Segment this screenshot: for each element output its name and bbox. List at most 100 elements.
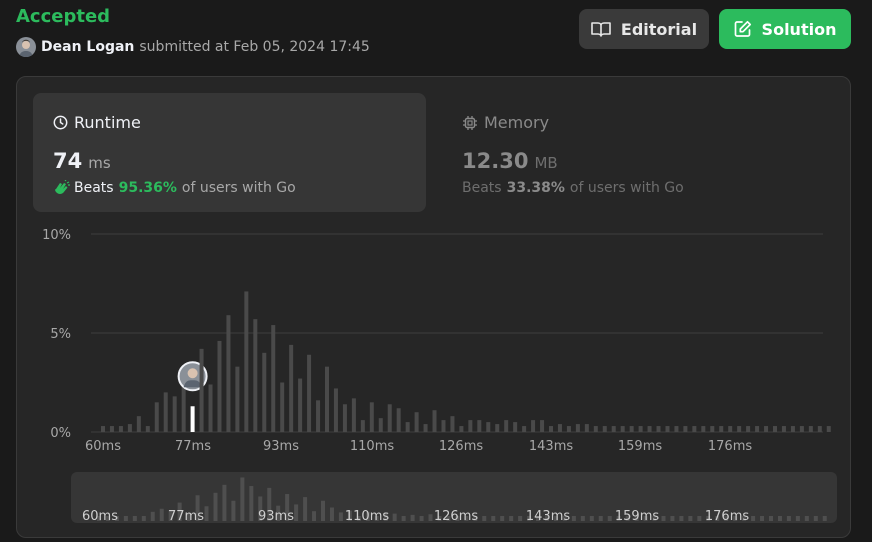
runtime-bar[interactable] xyxy=(701,426,706,432)
runtime-bar[interactable] xyxy=(477,420,482,432)
minimap-bar xyxy=(795,516,800,521)
minimap-bar xyxy=(410,514,415,521)
minimap-bar xyxy=(786,516,791,521)
runtime-bar[interactable] xyxy=(235,366,240,432)
runtime-bar[interactable] xyxy=(333,388,338,432)
runtime-bar[interactable] xyxy=(629,426,634,432)
runtime-bar[interactable] xyxy=(360,420,365,432)
runtime-bar[interactable] xyxy=(737,426,742,432)
minimap-bar xyxy=(338,512,343,521)
runtime-bar[interactable] xyxy=(244,291,249,432)
runtime-bar[interactable] xyxy=(728,426,733,432)
runtime-bar[interactable] xyxy=(513,422,518,432)
runtime-bar[interactable] xyxy=(656,426,661,432)
runtime-bar[interactable] xyxy=(522,426,527,432)
runtime-bar[interactable] xyxy=(136,416,141,432)
minimap-tick-126: 126ms xyxy=(433,509,479,523)
runtime-bar[interactable] xyxy=(826,426,831,432)
runtime-bar[interactable] xyxy=(423,424,428,432)
runtime-bar[interactable] xyxy=(172,396,177,432)
runtime-bar[interactable] xyxy=(620,426,625,432)
runtime-bar[interactable] xyxy=(109,426,114,432)
your-runtime-bar[interactable] xyxy=(190,406,195,432)
runtime-bar[interactable] xyxy=(674,426,679,432)
user-avatar[interactable] xyxy=(16,37,36,57)
runtime-bar[interactable] xyxy=(468,420,473,432)
x-tick-143: 143ms xyxy=(528,439,574,454)
runtime-bar[interactable] xyxy=(298,378,303,432)
runtime-bar[interactable] xyxy=(351,398,356,432)
runtime-bar[interactable] xyxy=(325,366,329,432)
runtime-bar[interactable] xyxy=(154,402,159,432)
runtime-bar[interactable] xyxy=(369,402,374,432)
runtime-bar[interactable] xyxy=(101,426,105,432)
runtime-bar[interactable] xyxy=(575,424,580,432)
runtime-bar[interactable] xyxy=(584,424,589,432)
runtime-bar[interactable] xyxy=(566,426,571,432)
runtime-bar[interactable] xyxy=(486,422,491,432)
runtime-bar[interactable] xyxy=(208,384,213,432)
runtime-bar[interactable] xyxy=(271,325,276,432)
runtime-bar[interactable] xyxy=(611,426,616,432)
runtime-bar[interactable] xyxy=(163,392,168,432)
runtime-bar[interactable] xyxy=(602,426,607,432)
runtime-bar[interactable] xyxy=(764,426,769,432)
edit-icon xyxy=(734,20,751,37)
runtime-bar[interactable] xyxy=(450,416,455,432)
range-minimap[interactable]: 60ms 77ms 93ms 110ms 126ms 143ms 159ms 1… xyxy=(71,472,837,523)
runtime-bar[interactable] xyxy=(316,400,321,432)
runtime-bar[interactable] xyxy=(692,426,697,432)
minimap-bar xyxy=(240,477,245,521)
runtime-bar[interactable] xyxy=(790,426,795,432)
runtime-bar[interactable] xyxy=(396,408,401,432)
runtime-bar[interactable] xyxy=(549,426,553,432)
solution-button[interactable]: Solution xyxy=(719,9,851,49)
runtime-bar[interactable] xyxy=(495,424,500,432)
runtime-bar[interactable] xyxy=(593,426,598,432)
runtime-bar[interactable] xyxy=(719,426,724,432)
runtime-bar[interactable] xyxy=(118,426,123,432)
runtime-bar[interactable] xyxy=(773,426,777,432)
runtime-bar[interactable] xyxy=(638,426,643,432)
runtime-bar[interactable] xyxy=(226,315,231,432)
runtime-bar[interactable] xyxy=(342,404,347,432)
username[interactable]: Dean Logan xyxy=(41,39,134,55)
runtime-bar[interactable] xyxy=(289,344,294,432)
runtime-bar[interactable] xyxy=(307,354,312,432)
runtime-bar[interactable] xyxy=(540,420,545,432)
minimap-tick-143: 143ms xyxy=(525,509,571,523)
runtime-bar[interactable] xyxy=(808,426,813,432)
runtime-bar[interactable] xyxy=(647,426,652,432)
runtime-bar[interactable] xyxy=(504,420,509,432)
runtime-bar[interactable] xyxy=(665,426,670,432)
runtime-bar[interactable] xyxy=(799,426,804,432)
runtime-bar[interactable] xyxy=(531,420,536,432)
runtime-bar[interactable] xyxy=(781,426,786,432)
runtime-bar[interactable] xyxy=(459,426,464,432)
runtime-bar[interactable] xyxy=(387,404,392,432)
performance-panel: Runtime 74 ms Beats 95.36% of users with … xyxy=(16,76,851,538)
runtime-bar[interactable] xyxy=(405,422,410,432)
runtime-bar[interactable] xyxy=(441,420,446,432)
runtime-bar[interactable] xyxy=(280,382,285,433)
runtime-bar[interactable] xyxy=(683,426,688,432)
runtime-bar[interactable] xyxy=(145,426,150,432)
runtime-bar[interactable] xyxy=(217,340,222,432)
runtime-distribution-chart[interactable] xyxy=(17,77,852,477)
runtime-bar[interactable] xyxy=(378,418,383,432)
runtime-bar[interactable] xyxy=(755,426,760,432)
runtime-bar[interactable] xyxy=(817,426,822,432)
minimap-bar xyxy=(321,500,325,521)
runtime-bar[interactable] xyxy=(746,426,751,432)
runtime-bar[interactable] xyxy=(199,348,204,432)
minimap-bar xyxy=(777,516,782,521)
runtime-bar[interactable] xyxy=(127,424,132,432)
runtime-bar[interactable] xyxy=(262,352,267,432)
runtime-bar[interactable] xyxy=(414,412,419,432)
editorial-button[interactable]: Editorial xyxy=(579,9,709,49)
editorial-label: Editorial xyxy=(620,19,698,39)
runtime-bar[interactable] xyxy=(253,319,258,432)
runtime-bar[interactable] xyxy=(432,410,437,432)
runtime-bar[interactable] xyxy=(557,424,562,432)
runtime-bar[interactable] xyxy=(710,426,715,432)
